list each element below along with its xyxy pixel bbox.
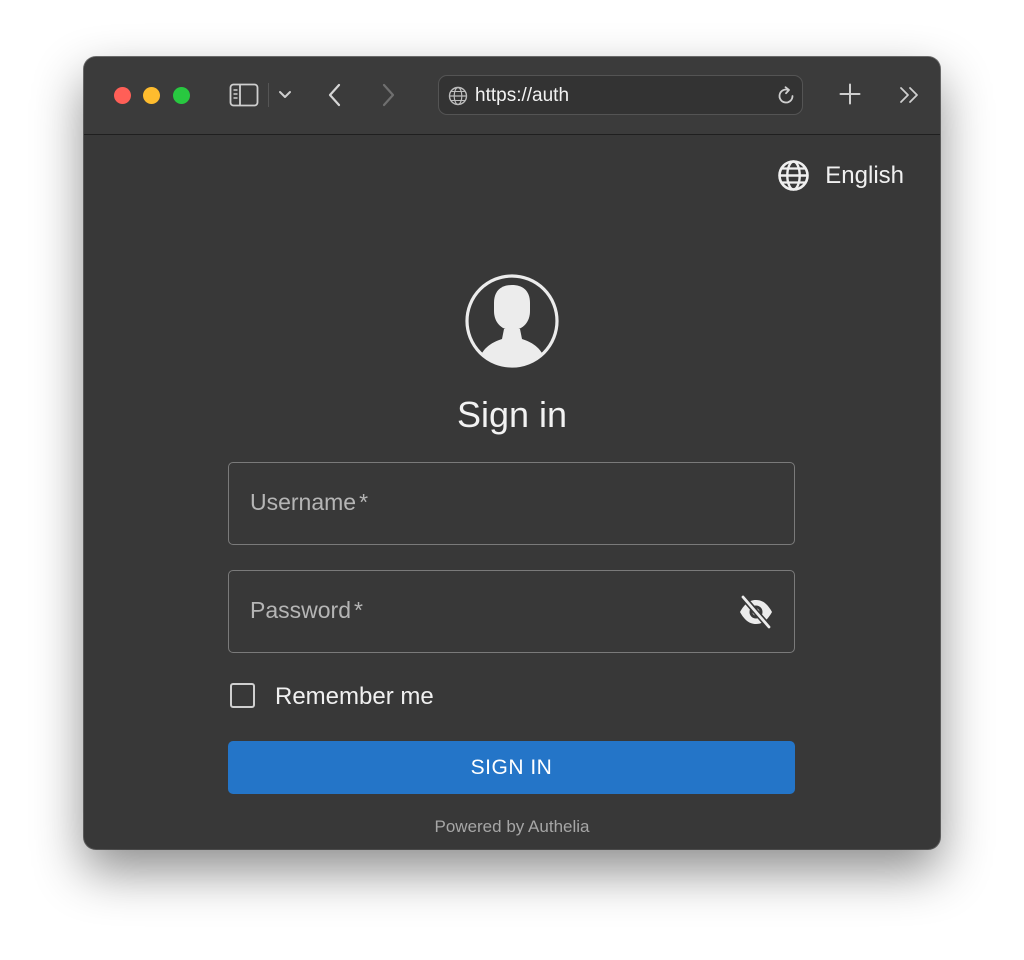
username-placeholder: Username *	[250, 489, 369, 515]
more-icon[interactable]	[899, 85, 921, 105]
language-label: English	[825, 162, 904, 189]
back-icon[interactable]	[326, 82, 344, 108]
password-field[interactable]: Password *	[228, 570, 795, 653]
sign-in-button[interactable]: SIGN IN	[228, 741, 795, 794]
globe-icon	[448, 86, 468, 106]
zoom-window-button[interactable]	[173, 87, 190, 104]
browser-window: https://auth English Sign in Username * …	[84, 57, 940, 849]
password-placeholder: Password *	[250, 597, 363, 623]
language-globe-icon	[778, 160, 809, 191]
visibility-off-icon[interactable]	[738, 595, 774, 629]
toolbar-divider	[268, 83, 269, 107]
minimize-window-button[interactable]	[143, 87, 160, 104]
remember-me-label: Remember me	[275, 683, 434, 710]
username-field[interactable]: Username *	[228, 462, 795, 545]
page-content: English Sign in Username * Password * Re…	[84, 135, 940, 849]
address-bar[interactable]: https://auth	[438, 75, 803, 115]
chevron-down-icon[interactable]	[278, 89, 292, 101]
browser-toolbar: https://auth	[84, 57, 940, 135]
powered-by-footer: Powered by Authelia	[434, 817, 590, 836]
reload-icon[interactable]	[775, 85, 797, 107]
page-title: Sign in	[456, 394, 568, 435]
forward-icon[interactable]	[379, 82, 397, 108]
url-text: https://auth	[475, 85, 570, 106]
language-selector[interactable]: English	[774, 159, 904, 193]
new-tab-icon[interactable]	[839, 83, 861, 105]
close-window-button[interactable]	[114, 87, 131, 104]
remember-me-checkbox[interactable]	[230, 683, 255, 708]
sidebar-icon[interactable]	[229, 83, 259, 107]
user-avatar-icon	[465, 274, 559, 368]
